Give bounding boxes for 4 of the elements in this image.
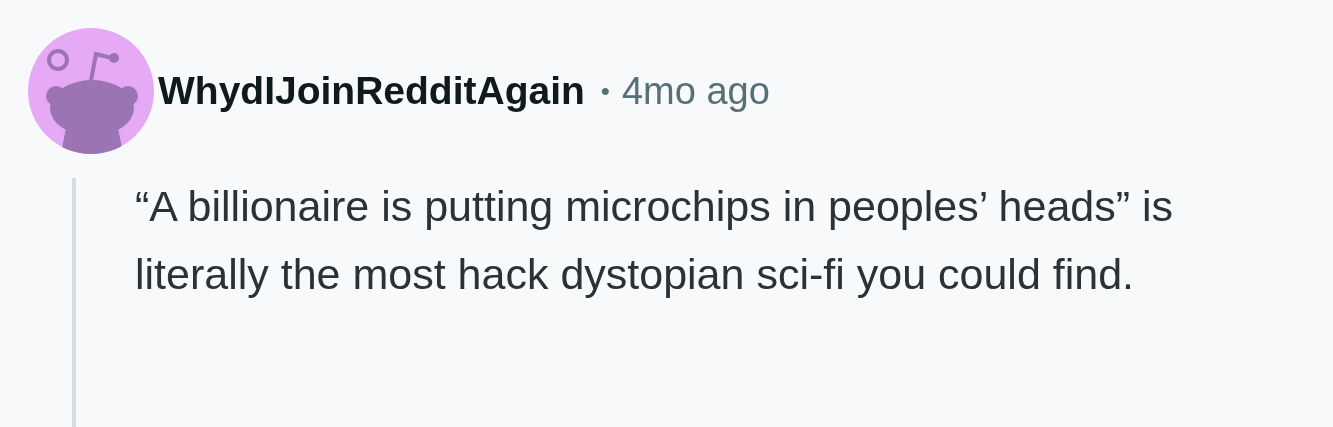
separator-dot: • xyxy=(600,75,610,107)
comment-text: “A billionaire is putting microchips in peoples’ heads” is literally the most hack dystopian sci-fi you could find. xyxy=(135,181,1175,300)
username[interactable]: WhydIJoinRedditAgain xyxy=(158,69,585,113)
timestamp: 4mo ago xyxy=(621,69,770,113)
